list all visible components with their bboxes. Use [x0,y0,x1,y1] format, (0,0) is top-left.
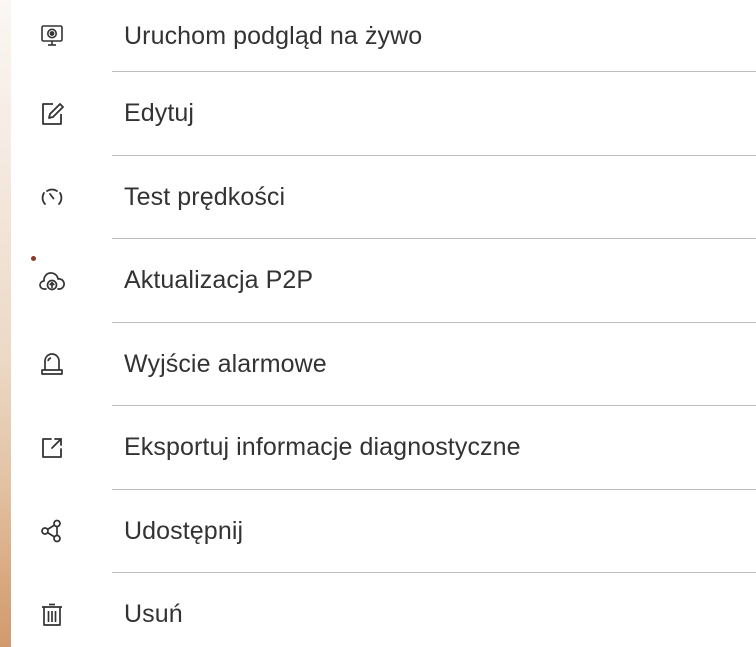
menu-item-edit[interactable]: Edytuj [11,72,756,156]
menu-item-p2p-update[interactable]: Aktualizacja P2P [11,239,756,323]
speedometer-icon [39,184,65,210]
menu-item-speed-test[interactable]: Test prędkości [11,156,756,240]
options-screen: Uruchom podgląd na żywo Edytuj Test pręd… [0,0,756,647]
menu-item-label: Edytuj [124,99,195,128]
menu-item-label: Usuń [124,600,183,629]
alarm-light-icon [39,351,65,377]
menu-item-delete[interactable]: Usuń [11,573,756,647]
menu-item-label: Uruchom podgląd na żywo [124,21,423,50]
menu-item-label: Wyjście alarmowe [124,349,327,378]
menu-item-alarm-output[interactable]: Wyjście alarmowe [11,323,756,407]
menu-item-label: Udostępnij [124,516,244,545]
options-menu: Uruchom podgląd na żywo Edytuj Test pręd… [11,0,756,647]
trash-icon [39,602,65,628]
notification-dot [31,256,36,261]
background-edge [0,0,11,647]
menu-item-label: Aktualizacja P2P [124,266,314,295]
menu-item-label: Test prędkości [124,182,286,211]
cloud-upload-icon [39,268,65,294]
share-icon [39,518,65,544]
export-icon [39,435,65,461]
edit-icon [39,101,65,127]
menu-item-live-preview[interactable]: Uruchom podgląd na żywo [11,0,756,72]
menu-item-share[interactable]: Udostępnij [11,490,756,574]
menu-item-export-diagnostics[interactable]: Eksportuj informacje diagnostyczne [11,406,756,490]
monitor-icon [39,23,65,49]
menu-item-label: Eksportuj informacje diagnostyczne [124,433,521,462]
